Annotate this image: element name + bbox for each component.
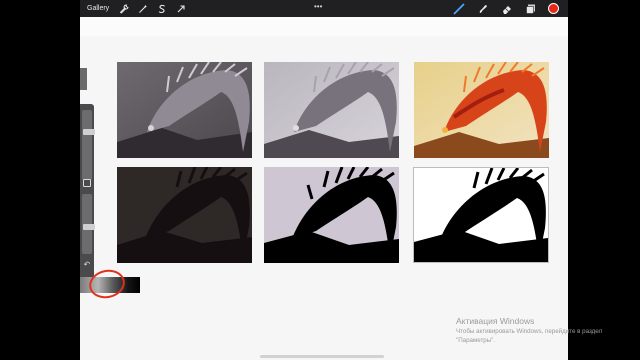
more-options-button[interactable]: ••• — [314, 2, 322, 11]
top-toolbar: Gallery ••• — [80, 0, 568, 17]
eraser-icon[interactable] — [500, 2, 513, 15]
watermark-line: Чтобы активировать Windows, перейдите в … — [456, 328, 603, 335]
opacity-handle[interactable] — [83, 224, 95, 230]
brush-sidebar: ↶ — [80, 104, 95, 290]
home-indicator — [260, 355, 384, 358]
silhouette-thumbnail — [413, 167, 549, 263]
letterbox-right — [568, 0, 640, 360]
selection-s-icon[interactable] — [155, 2, 168, 15]
sidebar-tab[interactable] — [80, 68, 87, 90]
smudge-icon[interactable] — [476, 2, 489, 15]
artwork-thumbnail — [414, 62, 549, 158]
brush-icon[interactable] — [452, 2, 465, 15]
brush-size-slider[interactable] — [82, 110, 95, 180]
watermark-line: "Параметры". — [456, 337, 496, 344]
windows-activation-watermark: Активация Windows Чтобы активировать Win… — [456, 316, 640, 345]
watermark-title: Активация Windows — [456, 316, 535, 326]
artwork-thumbnail — [117, 62, 252, 158]
tool-group — [441, 2, 559, 15]
magic-wand-icon[interactable] — [136, 2, 149, 15]
wrench-icon[interactable] — [117, 2, 130, 15]
letterbox-left — [0, 0, 80, 360]
artwork-thumbnail — [264, 62, 399, 158]
gallery-button[interactable]: Gallery — [87, 5, 109, 12]
toolbar-underlay — [80, 17, 568, 36]
procreate-app: Gallery ••• ↶ — [80, 0, 568, 360]
color-picker-button[interactable] — [548, 3, 559, 14]
transform-arrow-icon[interactable] — [174, 2, 187, 15]
brush-size-handle[interactable] — [83, 129, 95, 135]
modify-button[interactable] — [83, 179, 91, 187]
undo-icon[interactable]: ↶ — [82, 260, 92, 270]
silhouette-thumbnail — [117, 167, 252, 263]
silhouette-thumbnail — [264, 167, 399, 263]
opacity-slider[interactable] — [82, 194, 95, 254]
layers-icon[interactable] — [524, 2, 537, 15]
